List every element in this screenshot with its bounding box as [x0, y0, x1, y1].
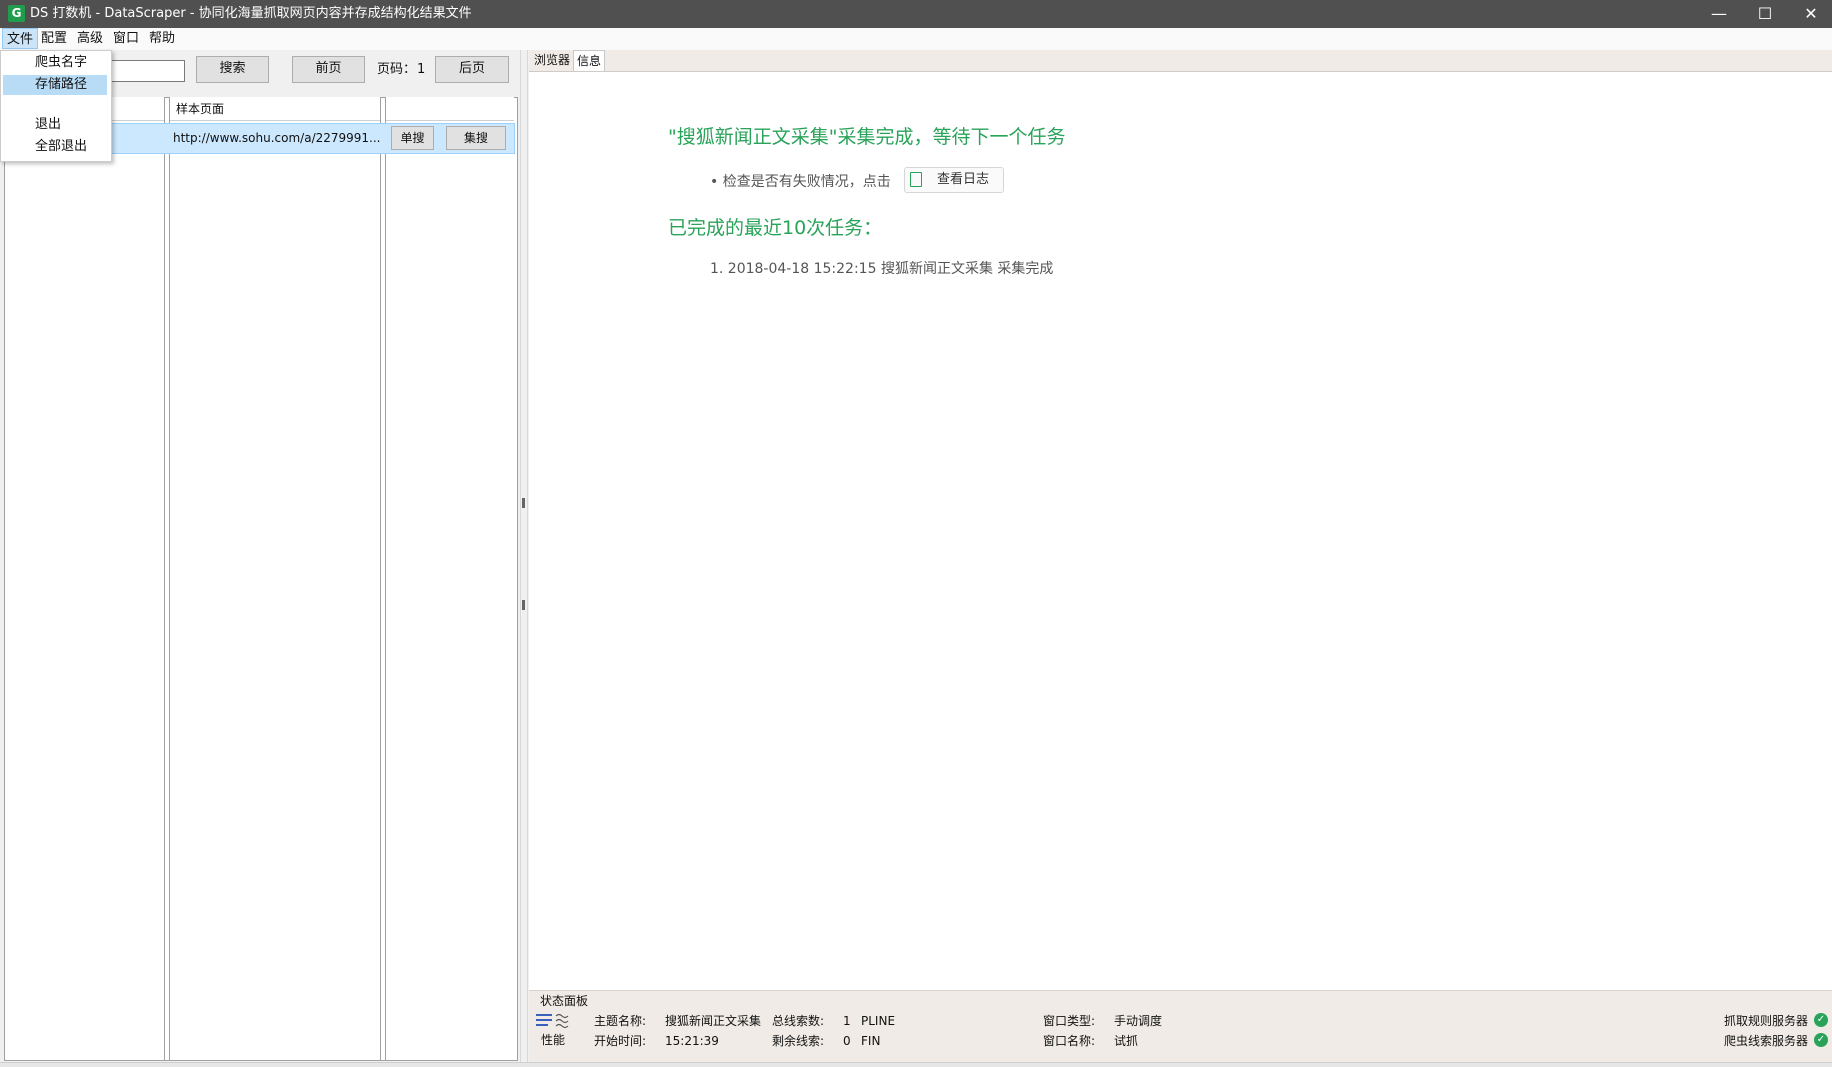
theme-name-value: 搜狐新闻正文采集 — [665, 1014, 762, 1028]
menu-item-exit[interactable]: 退出 — [3, 115, 107, 135]
batch-search-button[interactable]: 集搜 — [446, 126, 506, 150]
close-button[interactable]: ✕ — [1788, 0, 1832, 28]
window-name-label: 窗口名称: — [1043, 1034, 1096, 1048]
file-menu-dropdown: 爬虫名字 存储路径 退出 全部退出 — [0, 50, 112, 162]
total-clues-label: 总线索数: — [772, 1014, 825, 1028]
total-clues-tag: PLINE — [861, 1014, 896, 1028]
performance-icon[interactable] — [536, 1013, 570, 1031]
tab-browser[interactable]: 浏览器 — [531, 50, 573, 71]
total-clues-value: 1 — [843, 1014, 851, 1028]
bottom-edge — [0, 1062, 1832, 1067]
check-circle-icon: ✓ — [1814, 1033, 1828, 1047]
window-name-value: 试抓 — [1114, 1034, 1139, 1048]
search-button[interactable]: 搜索 — [196, 56, 269, 83]
task-table — [4, 97, 518, 1061]
page-label: 页码： — [377, 62, 417, 77]
tab-strip — [529, 50, 1832, 72]
start-time-value: 15:21:39 — [665, 1034, 719, 1048]
splitter-grip — [522, 498, 525, 508]
menu-file[interactable]: 文件 — [2, 28, 39, 49]
title-bar: G DS 打数机 - DataScraper - 协同化海量抓取网页内容并存成结… — [0, 0, 1832, 28]
column-divider — [385, 97, 386, 1061]
prev-page-button[interactable]: 前页 — [292, 56, 365, 83]
menu-window[interactable]: 窗口 — [109, 28, 143, 50]
remaining-clues-value: 0 — [843, 1034, 851, 1048]
menu-advanced[interactable]: 高级 — [73, 28, 107, 50]
menu-help[interactable]: 帮助 — [145, 28, 179, 50]
document-icon — [910, 172, 922, 187]
next-page-button[interactable]: 后页 — [435, 56, 509, 83]
remaining-clues-label: 剩余线索: — [772, 1034, 825, 1048]
status-panel-title: 状态面板 — [540, 994, 589, 1008]
app-icon: G — [8, 5, 25, 22]
check-circle-icon: ✓ — [1814, 1013, 1828, 1027]
performance-label: 性能 — [541, 1033, 566, 1047]
column-divider — [164, 97, 165, 1061]
window-type-value: 手动调度 — [1114, 1014, 1163, 1028]
theme-name-label: 主题名称: — [594, 1014, 647, 1028]
page-number: 1 — [417, 62, 426, 77]
panel-splitter[interactable] — [520, 50, 528, 1062]
column-divider — [380, 97, 381, 1061]
recent-task-item: 1. 2018-04-18 15:22:15 搜狐新闻正文采集 采集完成 — [710, 261, 1054, 277]
menu-item-crawler-name[interactable]: 爬虫名字 — [3, 53, 107, 73]
window-type-label: 窗口类型: — [1043, 1014, 1096, 1028]
remaining-clues-tag: FIN — [861, 1034, 881, 1048]
sample-page-cell: http://www.sohu.com/a/2279991... — [173, 131, 381, 145]
minimize-button[interactable]: — — [1696, 0, 1742, 28]
search-input[interactable] — [100, 60, 185, 82]
column-divider — [169, 97, 170, 1061]
maximize-button[interactable]: ☐ — [1742, 0, 1788, 28]
column-header-sample-page[interactable]: 样本页面 — [170, 97, 380, 121]
recent-tasks-heading: 已完成的最近10次任务： — [668, 217, 883, 239]
menu-config[interactable]: 配置 — [37, 28, 71, 50]
clues-server-label: 爬虫线索服务器 — [1724, 1034, 1809, 1048]
completion-heading: "搜狐新闻正文采集"采集完成，等待下一个任务 — [668, 126, 1066, 148]
column-header-actions[interactable] — [386, 97, 514, 121]
menu-item-storage-path[interactable]: 存储路径 — [3, 75, 107, 95]
single-search-button[interactable]: 单搜 — [391, 126, 434, 150]
tab-info[interactable]: 信息 — [573, 50, 606, 71]
menu-item-exit-all[interactable]: 全部退出 — [3, 137, 107, 157]
rules-server-label: 抓取规则服务器 — [1724, 1014, 1809, 1028]
window-title: DS 打数机 - DataScraper - 协同化海量抓取网页内容并存成结构化… — [30, 6, 472, 21]
start-time-label: 开始时间: — [594, 1034, 647, 1048]
splitter-grip — [522, 600, 525, 610]
menu-bar: 文件 配置 高级 窗口 帮助 — [0, 28, 1832, 50]
info-view — [529, 72, 1832, 990]
check-failure-text: • 检查是否有失败情况，点击 — [710, 174, 891, 190]
